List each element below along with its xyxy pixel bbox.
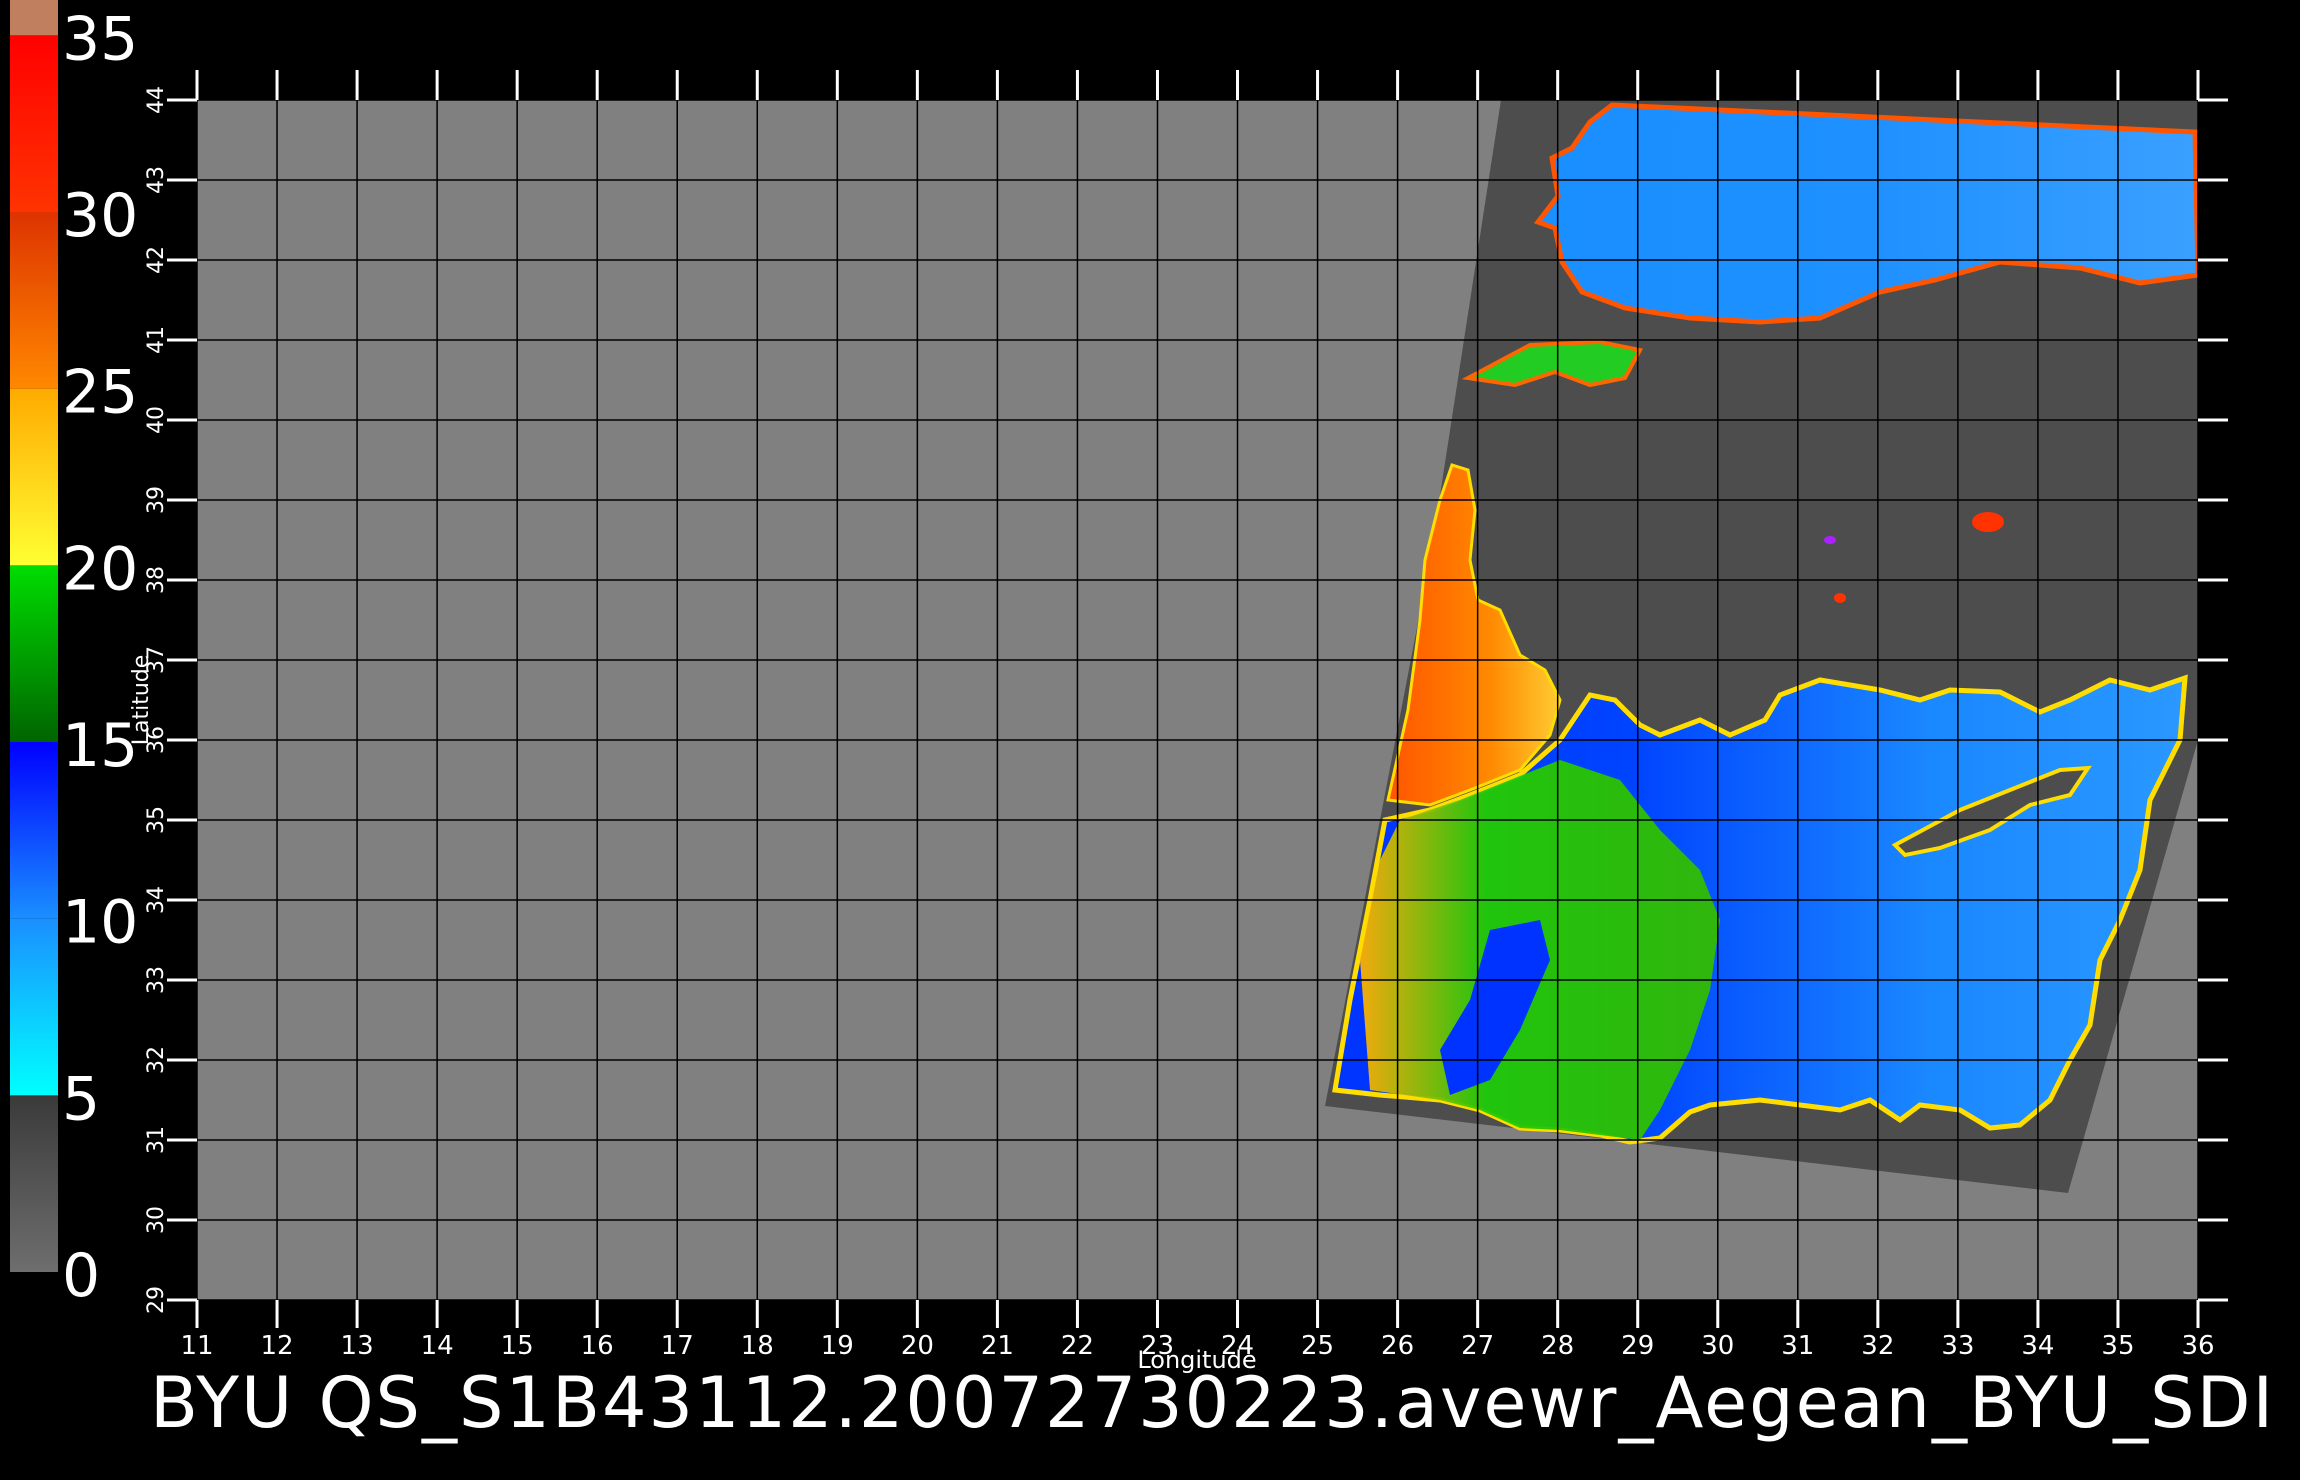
lon-tick-label: 29: [1621, 1331, 1654, 1361]
lat-tick-label: 42: [144, 246, 169, 274]
island-patch-2: [1824, 536, 1836, 544]
colorbar-segment: [10, 35, 58, 213]
lat-tick-label: 35: [144, 806, 169, 834]
colorbar-segment: [10, 0, 58, 36]
lat-tick-label: 33: [144, 966, 169, 994]
lon-tick-label: 14: [421, 1331, 454, 1361]
colorbar-label: 5: [62, 1064, 100, 1134]
colorbar-label: 15: [62, 711, 138, 781]
lon-tick-label: 17: [661, 1331, 694, 1361]
y-axis-label: Latitude: [129, 655, 154, 746]
lon-tick-label: 34: [2021, 1331, 2054, 1361]
lon-tick-label: 15: [501, 1331, 534, 1361]
lon-tick-label: 16: [581, 1331, 614, 1361]
lat-tick-label: 44: [144, 86, 169, 114]
colorbar-segment: [10, 1095, 58, 1272]
lat-tick-label: 34: [144, 886, 169, 914]
lat-tick-label: 32: [144, 1046, 169, 1074]
colorbar-label: 30: [62, 181, 138, 251]
lon-tick-label: 32: [1861, 1331, 1894, 1361]
lon-tick-label: 13: [341, 1331, 374, 1361]
colorbar-segment: [10, 388, 58, 566]
lon-tick-label: 36: [2181, 1331, 2214, 1361]
lon-tick-label: 28: [1541, 1331, 1574, 1361]
lon-tick-label: 19: [821, 1331, 854, 1361]
lon-tick-label: 30: [1701, 1331, 1734, 1361]
lat-tick-label: 31: [144, 1126, 169, 1154]
lon-tick-label: 31: [1781, 1331, 1814, 1361]
colorbar-label: 35: [62, 4, 138, 74]
image-caption: BYU QS_S1B43112.20072730223.avewr_Aegean…: [150, 1362, 2276, 1444]
colorbar-label: 0: [62, 1241, 100, 1311]
colorbar-label: 10: [62, 888, 138, 958]
colorbar-segment: [10, 918, 58, 1096]
lon-tick-label: 27: [1461, 1331, 1494, 1361]
colorbar: 0 5 10 15 20 25 30 35: [10, 0, 138, 1311]
lat-tick-label: 40: [144, 406, 169, 434]
lon-tick-label: 21: [981, 1331, 1014, 1361]
island-patch-3: [1834, 593, 1846, 603]
island-patch-1: [1972, 512, 2004, 532]
lat-tick-label: 38: [144, 566, 169, 594]
lon-tick-label: 20: [901, 1331, 934, 1361]
lon-tick-label: 33: [1941, 1331, 1974, 1361]
lat-tick-label: 43: [144, 166, 169, 194]
lon-tick-label: 25: [1301, 1331, 1334, 1361]
lon-tick-label: 35: [2101, 1331, 2134, 1361]
lon-tick-label: 18: [741, 1331, 774, 1361]
lon-tick-label: 22: [1061, 1331, 1094, 1361]
lon-tick-label: 26: [1381, 1331, 1414, 1361]
lon-tick-label: 12: [260, 1331, 293, 1361]
colorbar-label: 20: [62, 534, 138, 604]
lat-tick-label: 30: [144, 1206, 169, 1234]
colorbar-label: 25: [62, 358, 138, 428]
colorbar-segment: [10, 742, 58, 919]
colorbar-segment: [10, 212, 58, 389]
colorbar-segment: [10, 565, 58, 742]
lat-tick-label: 41: [144, 326, 169, 354]
wind-speed-map: 11 12 13 14 15 16 17 18 19 20 21 22 23 24 25 26 27 28 29 30…: [10, 0, 2228, 1374]
lat-tick-label: 39: [144, 486, 169, 514]
lon-tick-label: 11: [180, 1331, 213, 1361]
lat-tick-label: 29: [144, 1286, 169, 1314]
